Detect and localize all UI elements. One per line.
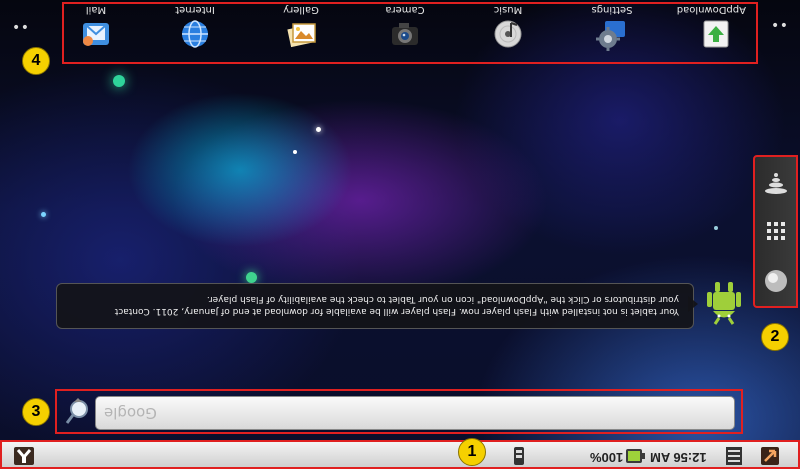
- camera-icon: [392, 23, 418, 45]
- app-label: Gallery: [283, 4, 319, 15]
- annotation-badge-4: 4: [22, 47, 50, 75]
- app-mail[interactable]: Mail: [66, 4, 126, 51]
- menu-dots-icon[interactable]: • •: [771, 18, 788, 34]
- search-icon[interactable]: [63, 396, 93, 428]
- status-bar: 100% 12:56 AM: [0, 440, 800, 469]
- settings-gear-icon: [596, 21, 625, 51]
- notification-line: your distributors or Click the "AppDownl…: [206, 294, 679, 304]
- battery-level: 100%: [590, 447, 623, 466]
- flash-notification: Your tablet is not installed with Flash …: [56, 283, 694, 329]
- app-music[interactable]: Music: [478, 4, 538, 51]
- notification-pointer: [688, 296, 698, 312]
- app-settings[interactable]: Settings: [582, 4, 642, 51]
- app-internet[interactable]: Internet: [165, 4, 225, 51]
- app-dock: Mail Internet Gallery Camera Music Setti…: [62, 2, 758, 64]
- app-gallery[interactable]: Gallery: [271, 4, 331, 51]
- annotation-badge-2: 2: [761, 323, 789, 351]
- search-input[interactable]: Google: [95, 396, 735, 430]
- app-label: Settings: [591, 4, 633, 15]
- app-label: Mail: [85, 4, 107, 15]
- menu-dots-icon[interactable]: • •: [12, 20, 29, 36]
- wallpaper-sparkle: [316, 127, 321, 132]
- android-robot-icon[interactable]: [705, 280, 747, 328]
- annotation-badge-3: 3: [22, 398, 50, 426]
- clock-time: 12:56 AM: [650, 450, 707, 465]
- battery-percent: 100%: [590, 450, 624, 465]
- menu-list-icon[interactable]: [724, 445, 744, 467]
- clock: 12:56 AM: [650, 447, 707, 466]
- wallpaper-sparkle: [246, 272, 257, 283]
- search-placeholder: Google: [104, 404, 157, 422]
- gallery-icon: [287, 23, 316, 48]
- wifi-signal-icon[interactable]: [762, 169, 790, 197]
- back-arrow-icon[interactable]: [759, 445, 781, 467]
- notification-line: Your tablet is not installed with Flash …: [114, 306, 679, 316]
- annotation-badge-1: 1: [458, 438, 486, 466]
- wallpaper-sparkle: [113, 75, 125, 87]
- app-appdownload[interactable]: AppDownload: [676, 4, 746, 51]
- wallpaper-sparkle: [714, 226, 718, 230]
- app-label: AppDownload: [676, 4, 746, 15]
- music-disc-icon: [494, 20, 522, 48]
- app-label: Internet: [175, 4, 215, 15]
- app-label: Music: [493, 4, 523, 15]
- usb-storage-icon: [514, 447, 524, 465]
- browser-globe-icon[interactable]: [762, 267, 790, 295]
- app-camera[interactable]: Camera: [375, 4, 435, 51]
- app-grid-icon[interactable]: [762, 217, 790, 245]
- download-arrow-icon: [703, 20, 729, 48]
- mail-icon: [83, 23, 109, 46]
- app-label: Camera: [385, 4, 425, 15]
- battery-icon: [626, 449, 645, 463]
- globe-icon: [182, 20, 208, 48]
- home-icon[interactable]: [12, 445, 36, 467]
- google-search-widget: Google: [55, 389, 743, 434]
- side-panel: [753, 155, 798, 308]
- wallpaper-sparkle: [41, 212, 46, 217]
- wallpaper-sparkle: [293, 150, 297, 154]
